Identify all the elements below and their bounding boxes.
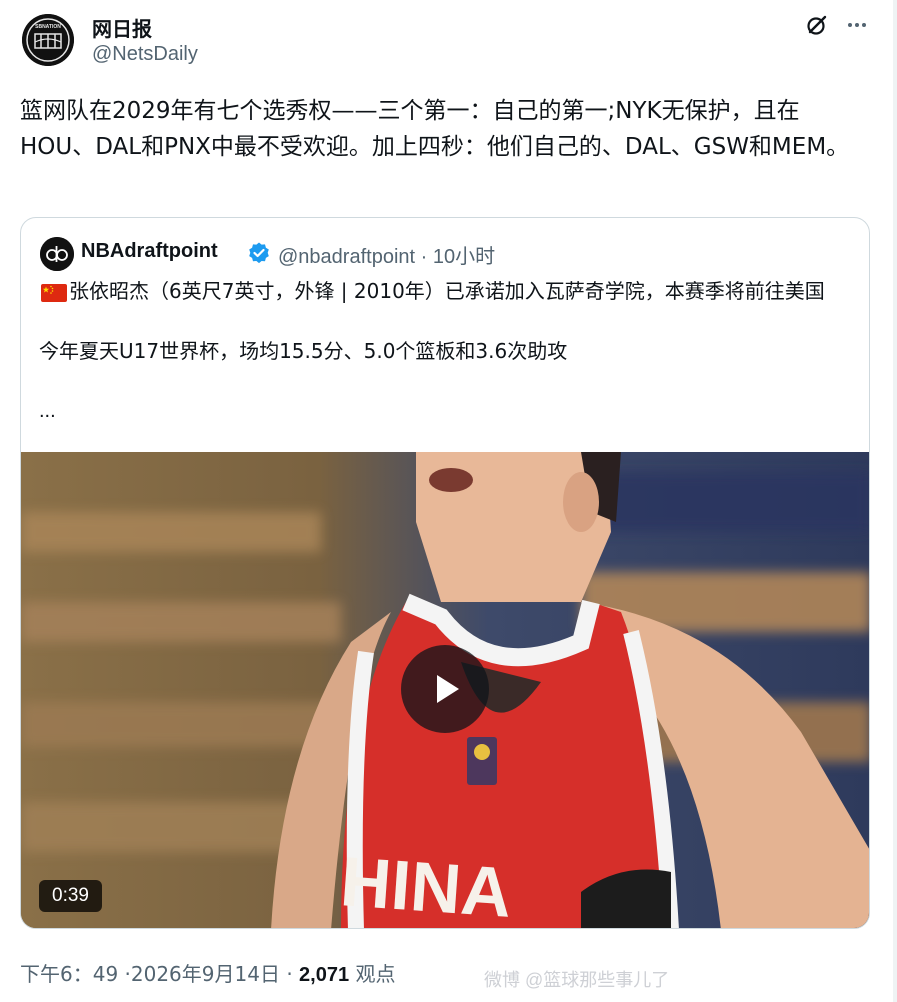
- quote-author-handle[interactable]: @nbadraftpoint · 10小时: [278, 240, 495, 269]
- video-duration: 0:39: [39, 880, 102, 912]
- author-avatar[interactable]: SBNATION: [22, 14, 74, 66]
- nbadraftpoint-logo: [40, 237, 74, 271]
- quote-text-line1: 张依昭杰（6英尺7英寸，外锋 | 2010年）已承诺加入瓦萨奇学院，本赛季将前往…: [69, 279, 825, 303]
- tweet-text: 篮网队在2029年有七个选秀权——三个第一：自己的第一;NYK无保护，且在HOU…: [20, 98, 850, 160]
- video-player[interactable]: HINA 0:39: [21, 452, 869, 929]
- avatar-logo-text: SBNATION: [35, 24, 61, 30]
- tweet-meta: 下午6：49 ·2026年9月14日 · 2,071 观点: [20, 958, 395, 987]
- tweet: SBNATION 网日报 @NetsDaily 篮网队在2029年有七个选秀权—…: [0, 0, 897, 1002]
- watermark: 微博 @篮球那些事儿了: [484, 970, 670, 990]
- quote-author-name[interactable]: NBAdraftpoint: [81, 240, 218, 263]
- author-handle[interactable]: @NetsDaily: [92, 43, 198, 66]
- page-edge: [893, 0, 897, 1002]
- quote-text: 张依昭杰（6英尺7英寸，外锋 | 2010年）已承诺加入瓦萨奇学院，本赛季将前往…: [39, 276, 849, 366]
- more-button[interactable]: [840, 8, 874, 42]
- quote-ellipsis: ...: [39, 400, 56, 422]
- grok-button[interactable]: [800, 8, 834, 42]
- quote-author-avatar[interactable]: [40, 237, 74, 271]
- timestamp[interactable]: 下午6：49 ·2026年9月14日 ·: [20, 962, 299, 986]
- quote-text-line2: 今年夏天U17世界杯，场均15.5分、5.0个篮板和3.6次助攻: [39, 339, 568, 363]
- more-icon: [848, 23, 866, 27]
- jersey-text: HINA: [338, 842, 514, 929]
- verified-badge-icon: [247, 241, 271, 265]
- play-icon: [437, 675, 459, 703]
- views-label: 观点: [349, 962, 396, 986]
- quoted-tweet[interactable]: NBAdraftpoint @nbadraftpoint · 10小时 张依昭杰…: [20, 217, 870, 929]
- views-count: 2,071: [299, 964, 350, 986]
- play-button[interactable]: [401, 645, 489, 733]
- author-name[interactable]: 网日报: [92, 13, 152, 42]
- nets-logo: SBNATION: [22, 14, 74, 66]
- grok-icon: [807, 15, 827, 35]
